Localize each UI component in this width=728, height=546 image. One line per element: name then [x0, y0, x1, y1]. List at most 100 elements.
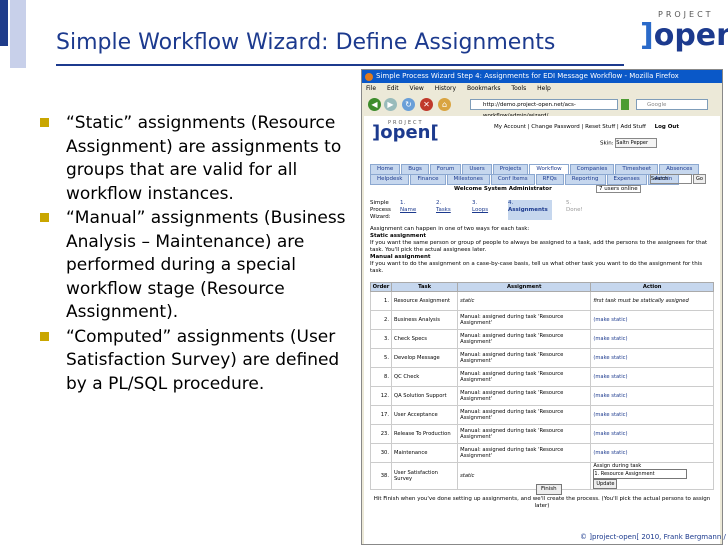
intro-text: Assignment can happen in one of two ways…: [370, 226, 530, 232]
wizard-step-loops[interactable]: 3. Loops: [472, 200, 504, 220]
row-order: 12.: [370, 386, 392, 406]
header-order: Order: [370, 282, 392, 292]
header-assignment: Assignment: [457, 282, 592, 292]
home-icon[interactable]: ⌂: [438, 98, 451, 111]
table-row: 30. Maintenance Manual: assigned during …: [370, 443, 714, 463]
row-task: Develop Message: [390, 348, 459, 368]
make-static-link[interactable]: (make static): [590, 386, 714, 406]
reload-icon[interactable]: ↻: [402, 98, 415, 111]
tab-milestones[interactable]: Milestones: [446, 174, 490, 185]
tab-expenses[interactable]: Expenses: [606, 174, 647, 185]
table-row: 1. Resource Assignment static first task…: [370, 291, 714, 311]
account-links-text[interactable]: My Account | Change Password | Reset Stu…: [494, 124, 646, 130]
wizard-label: Simple Process Wizard:: [370, 200, 391, 220]
browser-titlebar: Simple Process Wizard Step 4: Assignment…: [362, 70, 722, 83]
row-action: Assign during task 1. Resource Assignmen…: [590, 462, 714, 490]
account-links: My Account | Change Password | Reset Stu…: [494, 124, 679, 130]
make-static-link[interactable]: (make static): [590, 367, 714, 387]
bullet-text: “Computed” assignments (User Satisfactio…: [66, 326, 340, 394]
header-action: Action: [590, 282, 714, 292]
make-static-link[interactable]: (make static): [590, 348, 714, 368]
header-task: Task: [390, 282, 459, 292]
assign-task-dropdown[interactable]: 1. Resource Assignment: [593, 469, 688, 479]
row-assignment: Manual: assigned during task 'Resource A…: [457, 443, 592, 463]
stop-icon[interactable]: ✕: [420, 98, 433, 111]
static-text: If you want the same person or group of …: [370, 240, 708, 253]
browser-window: Simple Process Wizard Step 4: Assignment…: [361, 69, 723, 545]
make-static-link[interactable]: (make static): [590, 443, 714, 463]
row-task: QA Solution Support: [390, 386, 459, 406]
make-static-link[interactable]: (make static): [590, 424, 714, 444]
slide-footer: © ]project-open[ 2010, Frank Bergmann / …: [580, 533, 728, 541]
title-divider: [56, 64, 624, 66]
row-order: 30.: [370, 443, 392, 463]
slide-title: Simple Workflow Wizard: Define Assignmen…: [56, 30, 556, 55]
row-task: QC Check: [390, 367, 459, 387]
bullet-square-icon: [40, 331, 49, 341]
table-header-row: Order Task Assignment Action: [370, 282, 714, 292]
secondary-tabs: Helpdesk Finance Milestones Conf Items RFQs R…: [370, 174, 680, 185]
assignment-description: Assignment can happen in one of two ways…: [370, 226, 714, 275]
row-order: 2.: [370, 310, 392, 330]
bullet-manual: “Manual” assignments (Business Analysis …: [40, 207, 346, 325]
tab-helpdesk[interactable]: Helpdesk: [370, 174, 410, 185]
row-order: 3.: [370, 329, 392, 349]
url-bar[interactable]: http://demo.project-open.net/acs-workflo…: [470, 99, 618, 119]
tab-finance[interactable]: Finance: [410, 174, 446, 185]
row-order: 5.: [370, 348, 392, 368]
search-input[interactable]: Search: [650, 174, 692, 184]
row-action: first task must be statically assigned: [590, 291, 714, 311]
logout-link[interactable]: Log Out: [655, 124, 679, 130]
table-row: 2. Business Analysis Manual: assigned du…: [370, 310, 714, 330]
wizard-step-tasks[interactable]: 2. Tasks: [436, 200, 468, 220]
update-button[interactable]: Update: [593, 479, 618, 489]
main-tabs: Home Bugs Forum Users Projects Workflow Compan…: [370, 164, 700, 175]
menu-help[interactable]: Help: [537, 85, 551, 92]
row-task: Maintenance: [390, 443, 459, 463]
wizard-step-assignments[interactable]: 4. Assignments: [508, 200, 552, 220]
row-order: 8.: [370, 367, 392, 387]
row-assignment: Manual: assigned during task 'Resource A…: [457, 329, 592, 349]
tab-reporting[interactable]: Reporting: [564, 174, 606, 185]
menu-edit[interactable]: Edit: [387, 85, 399, 92]
back-arrow-icon[interactable]: ◀: [368, 98, 381, 111]
app-logo[interactable]: ]open[: [372, 122, 439, 143]
window-title: Simple Process Wizard Step 4: Assignment…: [376, 72, 679, 80]
go-button[interactable]: [621, 99, 629, 110]
row-order: 38.: [370, 462, 392, 490]
tab-conf-items[interactable]: Conf Items: [490, 174, 535, 185]
tab-rfqs[interactable]: RFQs: [535, 174, 564, 185]
search-go-button[interactable]: Go: [693, 174, 706, 184]
make-static-link[interactable]: (make static): [590, 329, 714, 349]
row-assignment: Manual: assigned during task 'Resource A…: [457, 310, 592, 330]
wizard-step-name[interactable]: 1. Name: [400, 200, 432, 220]
menu-bookmarks[interactable]: Bookmarks: [467, 85, 501, 92]
bullet-list: “Static” assignments (Resource Assignmen…: [40, 112, 346, 396]
users-online-link[interactable]: 7 users online: [596, 185, 641, 193]
table-row: 8. QC Check Manual: assigned during task…: [370, 367, 714, 387]
row-task: Check Specs: [390, 329, 459, 349]
table-row: 12. QA Solution Support Manual: assigned…: [370, 386, 714, 406]
static-heading: Static assignment: [370, 233, 426, 239]
menu-history[interactable]: History: [435, 85, 456, 92]
bullet-computed: “Computed” assignments (User Satisfactio…: [40, 326, 346, 397]
row-task: Release To Production: [390, 424, 459, 444]
welcome-text: Welcome System Administrator: [454, 186, 552, 192]
make-static-link[interactable]: (make static): [590, 310, 714, 330]
browser-search-field[interactable]: Google: [636, 99, 708, 110]
browser-toolbar: ◀ ▶ ↻ ✕ ⌂ http://demo.project-open.net/a…: [362, 95, 722, 119]
forward-arrow-icon[interactable]: ▶: [384, 98, 397, 111]
web-page: PROJECT ]open[ My Account | Change Passw…: [364, 116, 720, 544]
skin-label: Skin:: [600, 140, 614, 147]
make-static-link[interactable]: (make static): [590, 405, 714, 425]
row-assignment: Manual: assigned during task 'Resource A…: [457, 348, 592, 368]
menu-file[interactable]: File: [366, 85, 376, 92]
finish-button[interactable]: Finish: [536, 484, 562, 495]
row-assignment: Manual: assigned during task 'Resource A…: [457, 367, 592, 387]
skin-dropdown[interactable]: Saltn Pepper: [615, 138, 658, 148]
row-assignment: static: [457, 462, 592, 490]
menu-tools[interactable]: Tools: [511, 85, 526, 92]
logo-open-text: ]open[: [640, 18, 728, 53]
menu-view[interactable]: View: [410, 85, 424, 92]
firefox-icon: [365, 73, 373, 81]
